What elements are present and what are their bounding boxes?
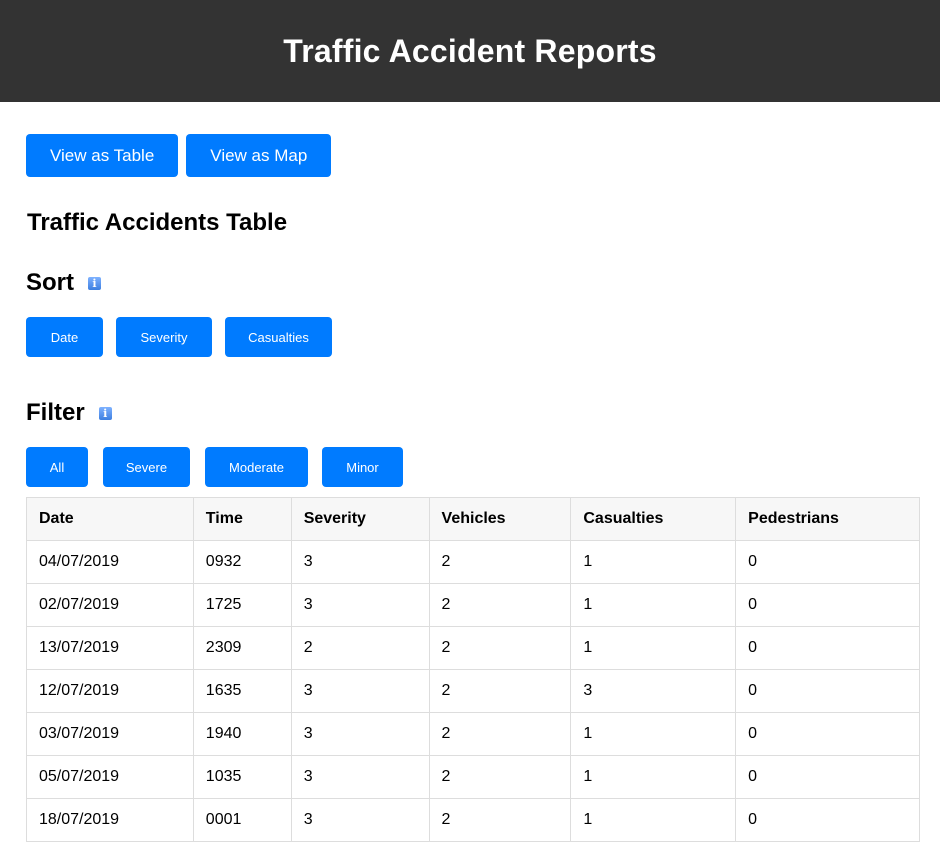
filter-buttons: All Severe Moderate Minor: [26, 447, 920, 487]
cell-casualties: 1: [570, 798, 737, 842]
column-header-severity[interactable]: Severity: [290, 497, 430, 541]
cell-date: 12/07/2019: [26, 669, 194, 713]
cell-date: 05/07/2019: [26, 755, 194, 799]
sort-buttons: Date Severity Casualties: [26, 317, 920, 357]
page-header: Traffic Accident Reports: [0, 0, 940, 102]
table-row: 02/07/2019 1725 3 2 1 0: [26, 583, 920, 627]
cell-time: 1725: [192, 583, 292, 627]
cell-date: 04/07/2019: [26, 540, 194, 584]
filter-minor-button[interactable]: Minor: [322, 447, 403, 487]
accidents-table: Date Time Severity Vehicles Casualties P…: [26, 497, 920, 842]
filter-info-icon[interactable]: i: [98, 406, 112, 420]
cell-date: 18/07/2019: [26, 798, 194, 842]
cell-vehicles: 2: [428, 669, 572, 713]
cell-time: 1035: [192, 755, 292, 799]
column-header-vehicles[interactable]: Vehicles: [428, 497, 572, 541]
sort-casualties-button[interactable]: Casualties: [225, 317, 332, 357]
cell-severity: 3: [290, 669, 430, 713]
cell-severity: 3: [290, 712, 430, 756]
cell-date: 02/07/2019: [26, 583, 194, 627]
cell-casualties: 3: [570, 669, 737, 713]
table-header-row: Date Time Severity Vehicles Casualties P…: [26, 497, 920, 541]
cell-severity: 3: [290, 798, 430, 842]
cell-pedestrians: 0: [735, 583, 920, 627]
table-row: 03/07/2019 1940 3 2 1 0: [26, 712, 920, 756]
sort-heading: Sort i: [26, 268, 920, 298]
cell-date: 03/07/2019: [26, 712, 194, 756]
cell-pedestrians: 0: [735, 626, 920, 670]
view-as-table-button[interactable]: View as Table: [26, 134, 179, 177]
cell-casualties: 1: [570, 712, 737, 756]
column-header-time[interactable]: Time: [192, 497, 292, 541]
table-row: 04/07/2019 0932 3 2 1 0: [26, 540, 920, 584]
filter-severe-button[interactable]: Severe: [103, 447, 190, 487]
table-row: 18/07/2019 0001 3 2 1 0: [26, 798, 920, 842]
table-title: Traffic Accidents Table: [27, 209, 288, 236]
cell-severity: 3: [290, 540, 430, 584]
filter-label: Filter: [26, 399, 85, 426]
cell-vehicles: 2: [428, 712, 572, 756]
cell-casualties: 1: [570, 583, 737, 627]
cell-time: 0001: [192, 798, 292, 842]
cell-pedestrians: 0: [735, 755, 920, 799]
cell-time: 2309: [192, 626, 292, 670]
column-header-casualties[interactable]: Casualties: [570, 497, 737, 541]
page-title: Traffic Accident Reports: [283, 32, 657, 69]
cell-severity: 3: [290, 583, 430, 627]
cell-vehicles: 2: [428, 583, 572, 627]
cell-casualties: 1: [570, 540, 737, 584]
cell-casualties: 1: [570, 626, 737, 670]
cell-pedestrians: 0: [735, 669, 920, 713]
sort-info-icon[interactable]: i: [88, 276, 101, 290]
cell-severity: 2: [290, 626, 430, 670]
cell-vehicles: 2: [428, 755, 572, 799]
column-header-pedestrians[interactable]: Pedestrians: [735, 497, 920, 541]
cell-date: 13/07/2019: [26, 626, 194, 670]
cell-time: 1940: [192, 712, 292, 756]
cell-pedestrians: 0: [735, 712, 920, 756]
table-row: 13/07/2019 2309 2 2 1 0: [26, 626, 920, 670]
table-row: 12/07/2019 1635 3 2 3 0: [26, 669, 920, 713]
cell-time: 0932: [192, 540, 292, 584]
cell-pedestrians: 0: [735, 540, 920, 584]
cell-severity: 3: [290, 755, 430, 799]
sort-date-button[interactable]: Date: [26, 317, 103, 357]
cell-time: 1635: [192, 669, 292, 713]
cell-vehicles: 2: [428, 798, 572, 842]
cell-vehicles: 2: [428, 626, 572, 670]
main-content: View as Table View as Map Traffic Accide…: [0, 134, 940, 842]
table-row: 05/07/2019 1035 3 2 1 0: [26, 755, 920, 799]
filter-all-button[interactable]: All: [26, 447, 88, 487]
filter-moderate-button[interactable]: Moderate: [205, 447, 308, 487]
cell-pedestrians: 0: [735, 798, 920, 842]
sort-label: Sort: [26, 269, 74, 296]
filter-heading: Filter i: [26, 398, 920, 428]
view-toggle: View as Table View as Map: [26, 134, 920, 177]
cell-vehicles: 2: [428, 540, 572, 584]
cell-casualties: 1: [570, 755, 737, 799]
view-as-map-button[interactable]: View as Map: [186, 134, 332, 177]
sort-severity-button[interactable]: Severity: [116, 317, 212, 357]
column-header-date[interactable]: Date: [26, 497, 194, 541]
